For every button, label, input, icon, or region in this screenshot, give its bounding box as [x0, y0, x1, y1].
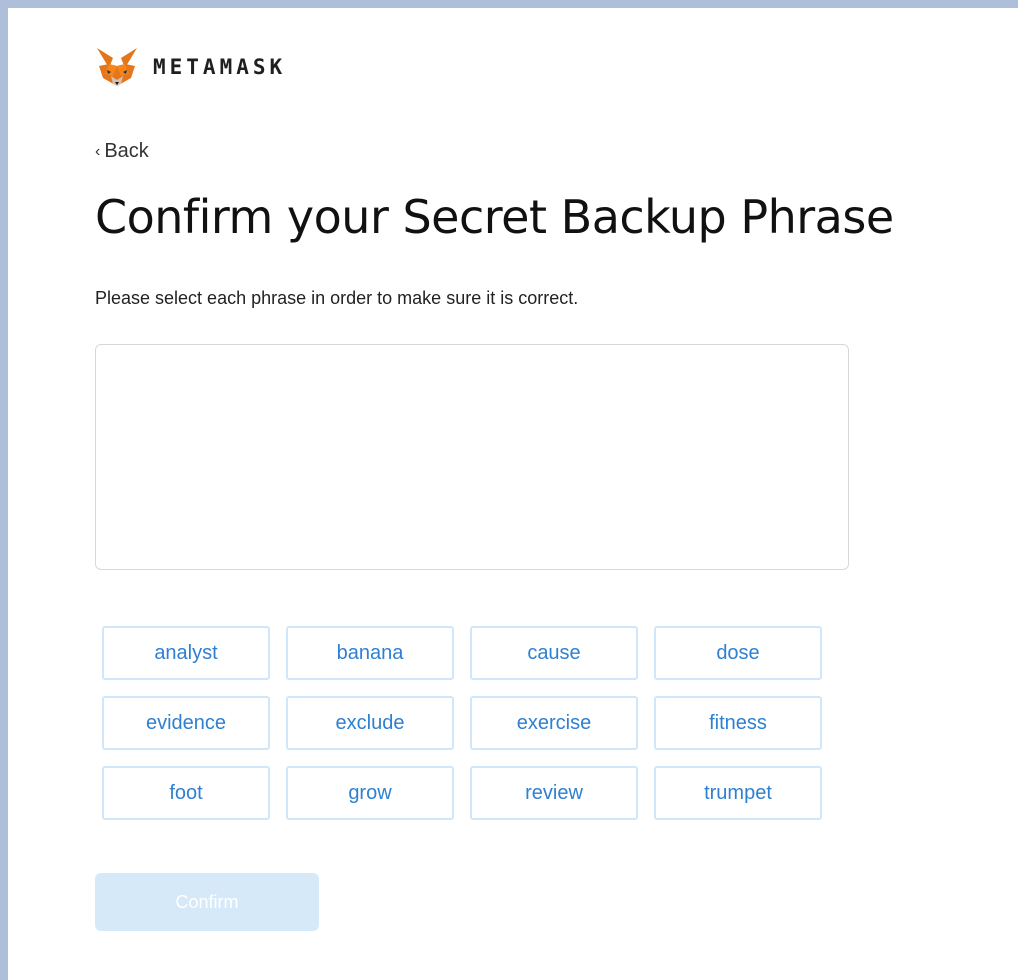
brand-name: METAMASK [153, 55, 287, 79]
word-button[interactable]: dose [654, 626, 822, 680]
word-button[interactable]: grow [286, 766, 454, 820]
chevron-left-icon: ‹ [95, 142, 101, 160]
word-button[interactable]: cause [470, 626, 638, 680]
word-button[interactable]: exclude [286, 696, 454, 750]
word-button[interactable]: analyst [102, 626, 270, 680]
brand-header: METAMASK [95, 46, 286, 88]
word-button[interactable]: banana [286, 626, 454, 680]
page-subtitle: Please select each phrase in order to ma… [95, 288, 579, 308]
page-title: Confirm your Secret Backup Phrase [95, 190, 894, 244]
back-link[interactable]: ‹ Back [95, 140, 149, 163]
word-options-grid: analyst banana cause dose evidence exclu… [102, 626, 822, 820]
word-button[interactable]: evidence [102, 696, 270, 750]
word-button[interactable]: review [470, 766, 638, 820]
word-button[interactable]: trumpet [654, 766, 822, 820]
page: METAMASK ‹ Back Confirm your Secret Back… [8, 8, 1018, 980]
metamask-fox-icon [97, 48, 137, 86]
word-button[interactable]: foot [102, 766, 270, 820]
word-button[interactable]: fitness [654, 696, 822, 750]
confirm-button[interactable]: Confirm [95, 873, 319, 931]
back-label: Back [104, 140, 149, 162]
word-button[interactable]: exercise [470, 696, 638, 750]
selected-phrase-area[interactable] [95, 344, 849, 570]
